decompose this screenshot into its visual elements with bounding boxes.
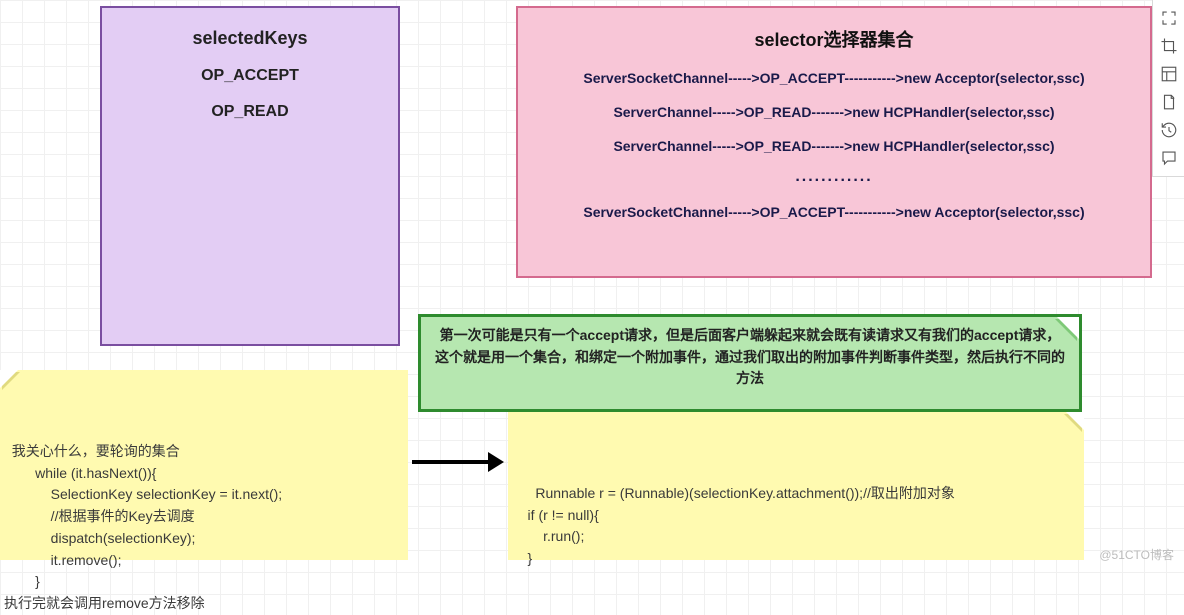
- page-icon[interactable]: [1155, 88, 1183, 116]
- code-note-right: Runnable r = (Runnable)(selectionKey.att…: [508, 412, 1084, 560]
- selector-flow-3: ServerChannel----->OP_READ------->new HC…: [518, 138, 1150, 154]
- watermark-text: @51CTO博客: [1099, 546, 1174, 563]
- code-note-right-text: Runnable r = (Runnable)(selectionKey.att…: [512, 485, 955, 566]
- arrow-left-to-right: [412, 452, 504, 472]
- expand-corners-icon[interactable]: [1155, 4, 1183, 32]
- selector-collection-title: selector选择器集合: [518, 26, 1150, 52]
- selector-flow-ellipsis: ............: [518, 168, 1150, 186]
- layout-icon[interactable]: [1155, 60, 1183, 88]
- code-note-left-text: 我关心什么，要轮询的集合 while (it.hasNext()){ Selec…: [4, 443, 282, 611]
- selector-flow-2: ServerChannel----->OP_READ------->new HC…: [518, 104, 1150, 120]
- selector-flow-4: ServerSocketChannel----->OP_ACCEPT------…: [518, 204, 1150, 220]
- selected-keys-title: selectedKeys: [102, 28, 398, 49]
- selector-collection-box: selector选择器集合 ServerSocketChannel----->O…: [516, 6, 1152, 278]
- explanation-note: 第一次可能是只有一个accept请求，但是后面客户端躲起来就会既有读请求又有我们…: [418, 314, 1082, 412]
- explanation-line-2: 这个就是用一个集合，和绑定一个附加事件，通过我们取出的附加事件判断事件类型，然后…: [435, 349, 1065, 387]
- selected-keys-op-accept: OP_ACCEPT: [102, 67, 398, 85]
- code-note-left: 我关心什么，要轮询的集合 while (it.hasNext()){ Selec…: [0, 370, 408, 560]
- crop-icon[interactable]: [1155, 32, 1183, 60]
- selected-keys-op-read: OP_READ: [102, 103, 398, 121]
- selector-flow-1: ServerSocketChannel----->OP_ACCEPT------…: [518, 70, 1150, 86]
- comment-icon[interactable]: [1155, 144, 1183, 172]
- history-icon[interactable]: [1155, 116, 1183, 144]
- selected-keys-box: selectedKeys OP_ACCEPT OP_READ: [100, 6, 400, 346]
- explanation-line-1: 第一次可能是只有一个accept请求，但是后面客户端躲起来就会既有读请求又有我们…: [440, 327, 1061, 343]
- side-toolbar: [1152, 0, 1184, 177]
